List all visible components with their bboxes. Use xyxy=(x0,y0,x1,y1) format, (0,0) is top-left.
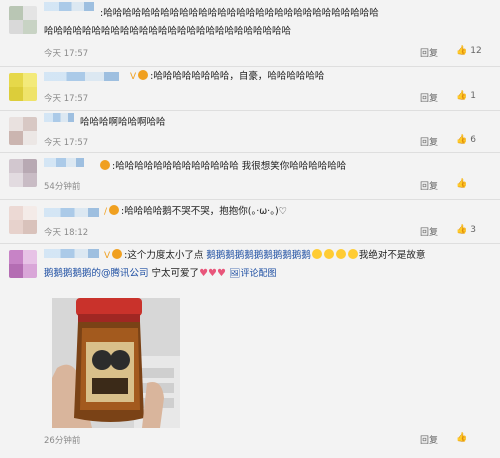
member-badge-icon xyxy=(138,70,149,80)
comment-time: 54分钟前 xyxy=(44,182,81,192)
image-link[interactable]: 🖼评论配图 xyxy=(229,269,276,279)
laughing-emoji-icon xyxy=(347,249,358,259)
comment-item: :哈哈哈哈哈哈哈哈哈哈哈哈哈哈哈哈哈哈哈哈哈哈哈哈哈哈哈哈哈 哈哈哈哈哈哈哈哈哈… xyxy=(0,0,500,65)
comment-text: /:哈哈哈哈鹅不哭不哭，抱抱你(。·ω·。)♡ xyxy=(104,205,288,217)
comment-text: V:哈哈哈哈哈哈哈哈，自豪，哈哈哈哈哈哈 xyxy=(130,70,325,82)
reply-button[interactable]: 回复 xyxy=(420,46,438,59)
like-count: 12 xyxy=(470,46,482,56)
laughing-emoji-icon xyxy=(311,249,322,259)
like-button[interactable]: 👍 1 xyxy=(456,91,476,101)
thumbs-up-icon: 👍 xyxy=(456,135,468,145)
thumbs-up-icon: 👍 xyxy=(456,225,468,235)
reply-button[interactable]: 回复 xyxy=(420,433,438,446)
avatar[interactable] xyxy=(9,159,37,187)
comment-text-continued: 鹅鹅鹅鹅鹅的@腾讯公司 宁太可爱了♥♥♥ 🖼评论配图 xyxy=(44,268,277,279)
thumbs-up-icon: 👍 xyxy=(456,46,468,56)
comment-text: :哈哈哈哈哈哈哈哈哈哈哈哈哈哈哈哈哈哈哈哈哈哈哈哈哈哈哈哈哈 xyxy=(100,8,379,19)
heart-icon: ♥ xyxy=(208,268,217,279)
like-count: 3 xyxy=(470,225,476,235)
comment-text-continued: 哈哈哈哈哈哈哈哈哈哈哈哈哈哈哈哈哈哈哈哈哈哈哈哈哈哈 xyxy=(44,26,292,37)
laughing-emoji-icon xyxy=(335,249,346,259)
comment-time: 今天 17:57 xyxy=(44,138,89,148)
username[interactable] xyxy=(44,249,99,258)
username[interactable] xyxy=(44,72,119,81)
verified-badge-icon: V xyxy=(104,251,111,261)
member-badge-icon xyxy=(100,160,110,170)
verified-badge-icon: / xyxy=(104,207,108,217)
like-count: 1 xyxy=(470,91,476,101)
comment-item: V:这个力度太小了点 鹅鹅鹅鹅鹅鹅鹅鹅鹅鹅鹅 我绝对不是故意 鹅鹅鹅鹅鹅的@腾讯公… xyxy=(0,244,500,458)
heart-icon: ♥ xyxy=(199,268,209,279)
reply-button[interactable]: 回复 xyxy=(420,179,438,192)
comment-time: 今天 17:57 xyxy=(44,94,89,104)
comment-time: 今天 17:57 xyxy=(44,49,89,59)
like-button[interactable]: 👍 6 xyxy=(456,135,476,145)
repeat-text: 鹅鹅鹅鹅鹅鹅鹅鹅鹅鹅鹅 xyxy=(206,250,311,261)
like-button[interactable]: 👍 xyxy=(456,179,470,189)
thumbs-up-icon: 👍 xyxy=(456,179,468,189)
comment-item: 哈哈哈啊哈哈啊哈哈 今天 17:57 回复 👍 6 xyxy=(0,111,500,151)
username[interactable] xyxy=(44,113,74,122)
username[interactable] xyxy=(44,158,84,167)
reply-button[interactable]: 回复 xyxy=(420,91,438,104)
heart-icon: ♥ xyxy=(217,268,226,279)
avatar[interactable] xyxy=(9,73,37,101)
reply-button[interactable]: 回复 xyxy=(420,135,438,148)
avatar[interactable] xyxy=(9,6,37,34)
member-badge-icon xyxy=(112,249,123,259)
avatar[interactable] xyxy=(9,206,37,234)
like-count: 6 xyxy=(470,135,476,145)
thumbs-up-icon: 👍 xyxy=(456,433,468,443)
avatar[interactable] xyxy=(9,117,37,145)
like-button[interactable]: 👍 xyxy=(456,433,470,443)
like-button[interactable]: 👍 12 xyxy=(456,46,482,56)
jar-photo xyxy=(52,298,180,428)
username[interactable] xyxy=(44,208,99,217)
laughing-emoji-icon xyxy=(323,249,334,259)
like-button[interactable]: 👍 3 xyxy=(456,225,476,235)
username[interactable] xyxy=(44,2,94,11)
avatar[interactable] xyxy=(9,250,37,278)
comment-image[interactable] xyxy=(52,298,180,428)
comment-time: 今天 18:12 xyxy=(44,228,89,238)
thumbs-up-icon: 👍 xyxy=(456,91,468,101)
reply-button[interactable]: 回复 xyxy=(420,225,438,238)
comment-text: V:这个力度太小了点 鹅鹅鹅鹅鹅鹅鹅鹅鹅鹅鹅 我绝对不是故意 xyxy=(104,249,426,261)
member-badge-icon xyxy=(109,205,120,215)
comment-item: V:哈哈哈哈哈哈哈哈，自豪，哈哈哈哈哈哈 今天 17:57 回复 👍 1 xyxy=(0,67,500,109)
comment-feed: :哈哈哈哈哈哈哈哈哈哈哈哈哈哈哈哈哈哈哈哈哈哈哈哈哈哈哈哈哈 哈哈哈哈哈哈哈哈哈… xyxy=(0,0,500,458)
comment-item: :哈哈哈哈哈哈哈哈哈哈哈哈哈 我很想笑你哈哈哈哈哈哈 54分钟前 回复 👍 xyxy=(0,153,500,198)
verified-badge-icon: V xyxy=(130,72,137,82)
comment-item: /:哈哈哈哈鹅不哭不哭，抱抱你(。·ω·。)♡ 今天 18:12 回复 👍 3 xyxy=(0,200,500,242)
comment-text: :哈哈哈哈哈哈哈哈哈哈哈哈哈 我很想笑你哈哈哈哈哈哈 xyxy=(100,159,346,174)
comment-text: 哈哈哈啊哈哈啊哈哈 xyxy=(80,117,166,128)
comment-time: 26分钟前 xyxy=(44,436,81,446)
mention-link[interactable]: 鹅鹅鹅鹅鹅的@腾讯公司 xyxy=(44,268,149,279)
